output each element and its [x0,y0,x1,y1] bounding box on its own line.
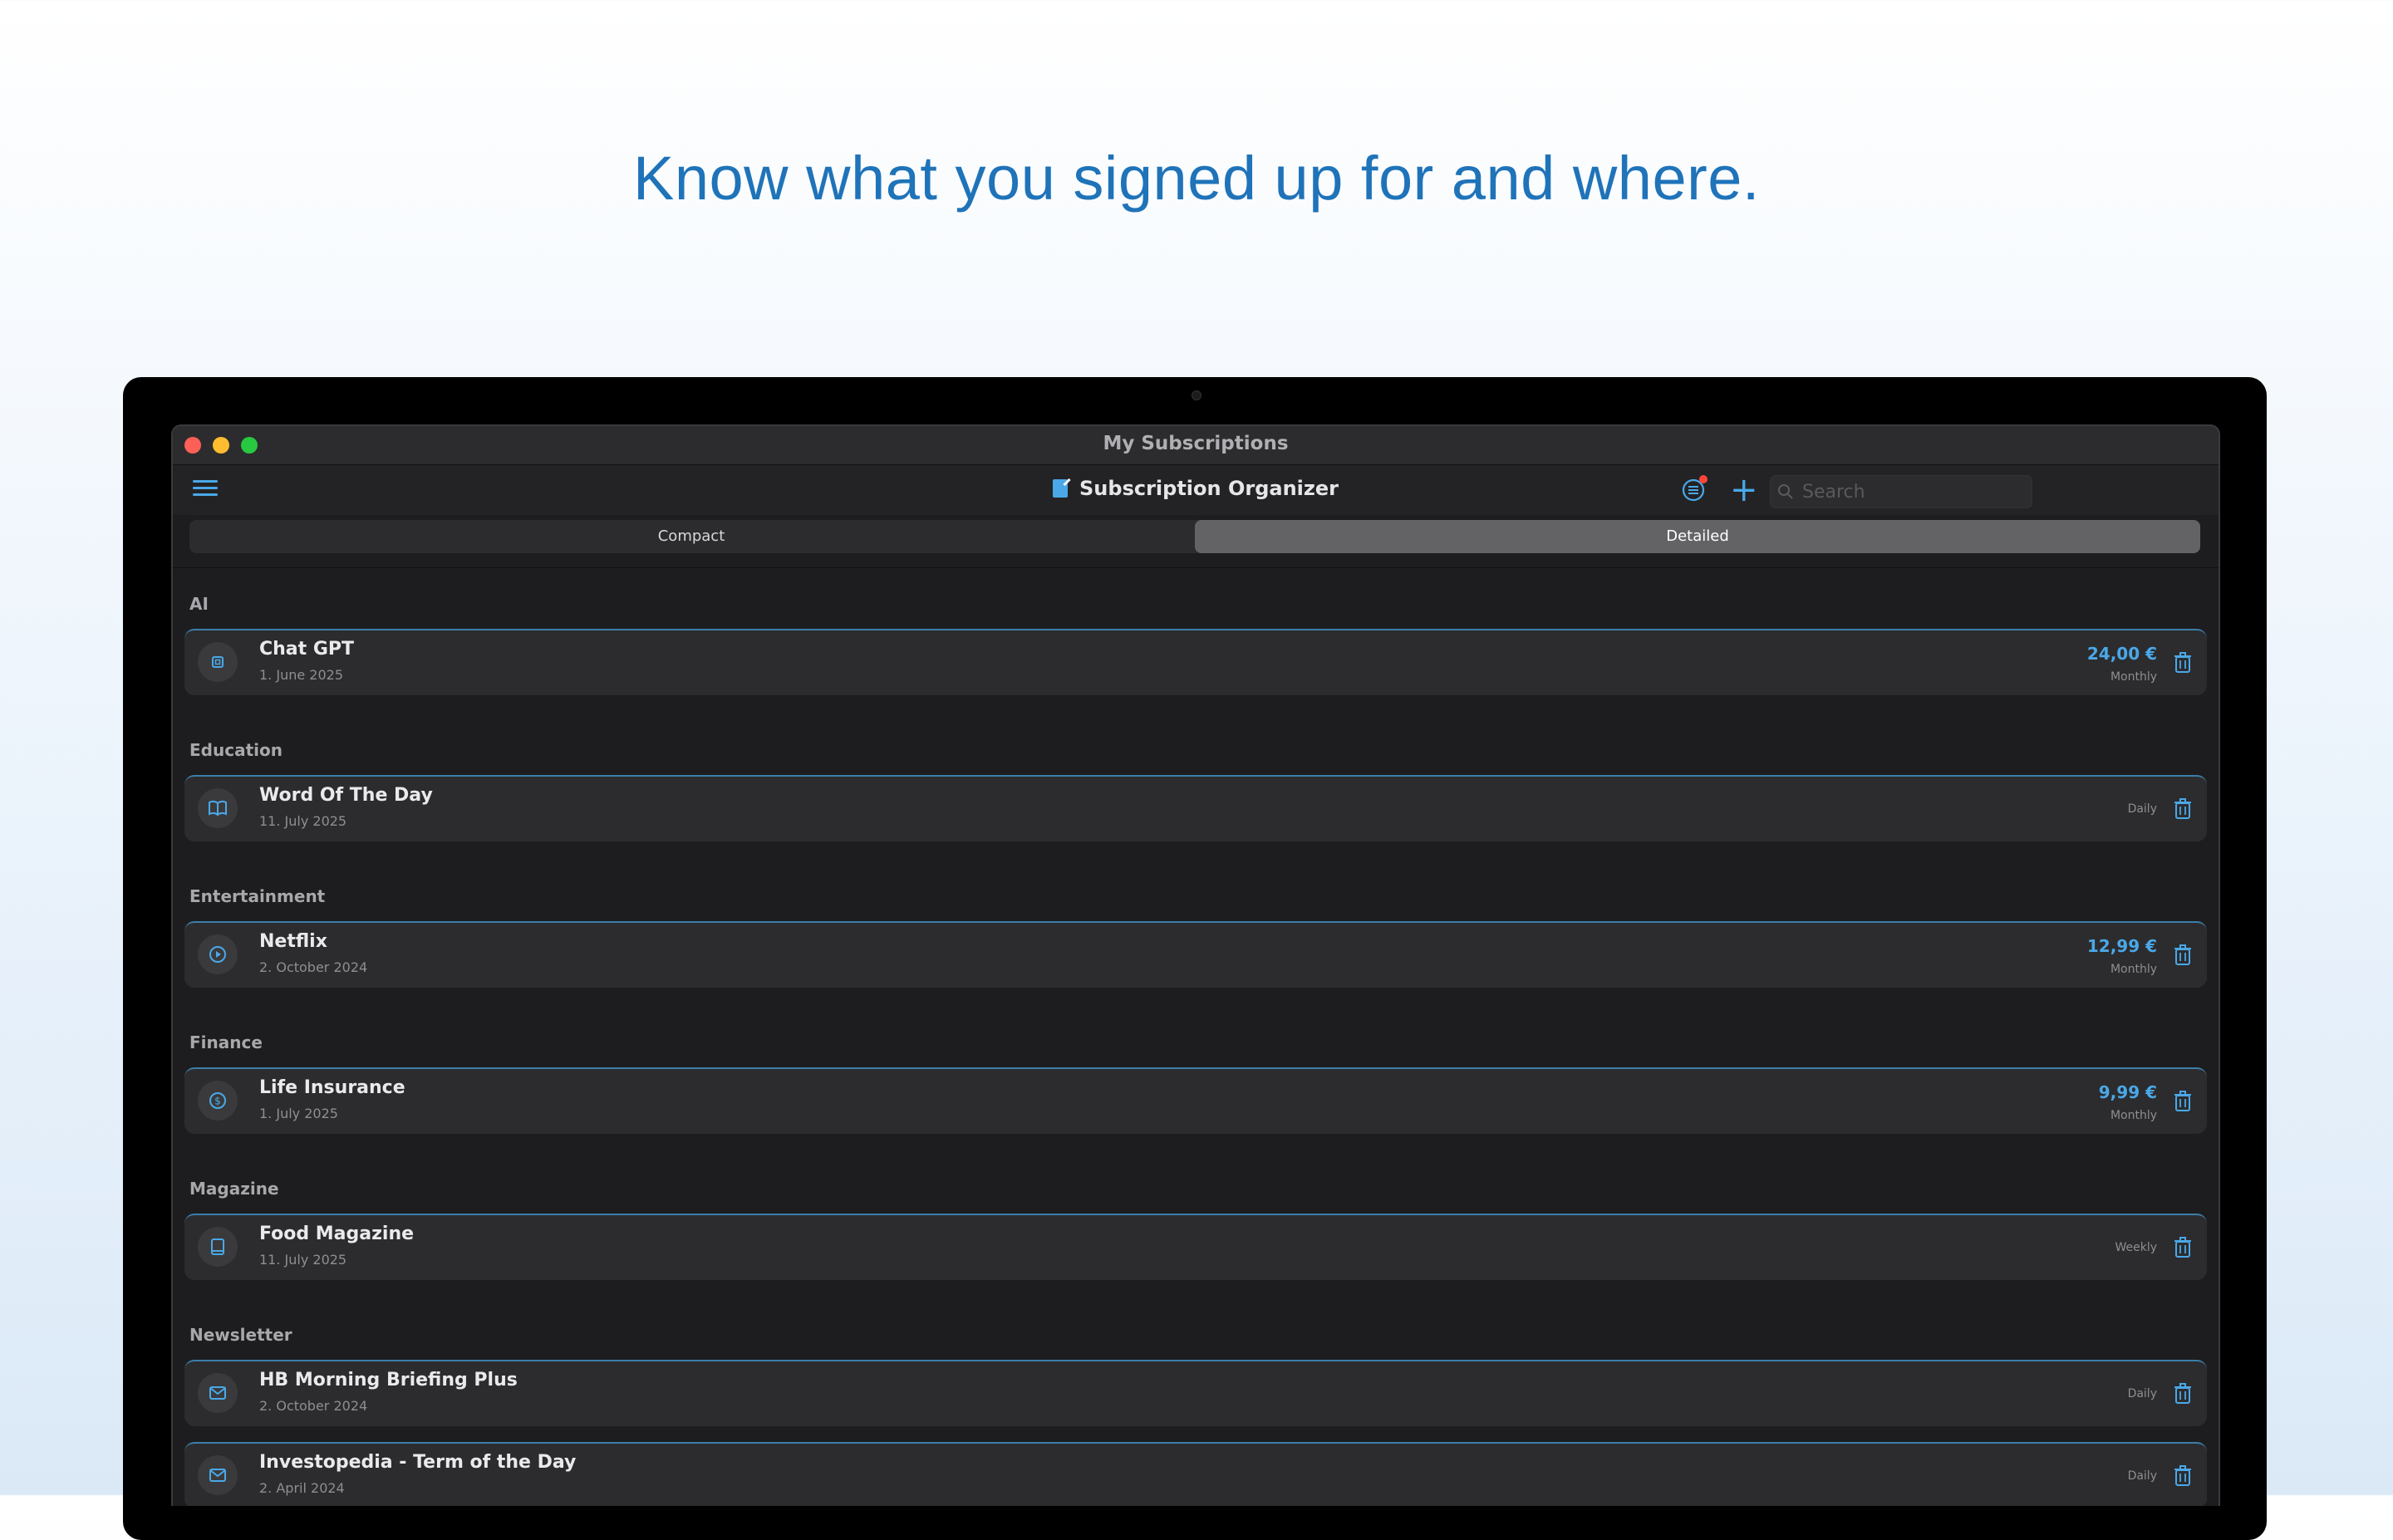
section-header: Magazine [189,1179,279,1199]
detailed-view-button[interactable]: Detailed [1195,520,2200,553]
cpu-icon [198,642,238,682]
subscription-name: Netflix [259,931,327,952]
subscription-row[interactable]: $ Life Insurance 1. July 2025 9,99 € Monthly [184,1067,2207,1134]
compact-view-button[interactable]: Compact [189,520,1193,553]
subscription-price: 12,99 € [2086,936,2157,956]
subscription-list: AI Chat GPT 1. June 2025 24,00 € Monthly Educ… [173,569,2219,1506]
window-title: My Subscriptions [1103,433,1289,454]
book-icon [198,788,238,828]
app-title-label: Subscription Organizer [1079,477,1339,500]
subscription-frequency: Monthly [2110,963,2157,976]
envelope-icon [198,1455,238,1495]
subscription-price: 9,99 € [2098,1082,2157,1102]
camera-icon [1192,390,1201,400]
subscription-price: 24,00 € [2086,644,2157,664]
subscription-date: 2. October 2024 [259,959,368,975]
subscription-date: 1. June 2025 [259,667,343,683]
subscription-name: Investopedia - Term of the Day [259,1452,577,1473]
trash-icon[interactable] [2174,1465,2192,1490]
section-header: Newsletter [189,1325,292,1345]
filter-icon[interactable] [1681,475,1708,503]
subscription-date: 1. July 2025 [259,1106,338,1121]
trash-icon[interactable] [2174,652,2192,677]
section-header: Finance [189,1032,263,1052]
subscription-name: Word Of The Day [259,785,433,806]
section-header: AI [189,594,209,614]
trash-icon[interactable] [2174,1237,2192,1262]
subscription-row[interactable]: Food Magazine 11. July 2025 Weekly [184,1214,2207,1280]
subscription-name: Life Insurance [259,1077,405,1098]
subscription-frequency: Monthly [2110,670,2157,684]
subscription-frequency: Daily [2127,1387,2157,1400]
app-window: My Subscriptions Subscription Organizer … [171,424,2220,1506]
section-header: Entertainment [189,886,326,906]
subscription-row[interactable]: Word Of The Day 11. July 2025 Daily [184,775,2207,841]
dollar-icon: $ [198,1081,238,1121]
title-bar: My Subscriptions [173,426,2219,465]
subscription-date: 11. July 2025 [259,1252,347,1268]
subscription-frequency: Weekly [2115,1241,2157,1254]
subscription-frequency: Daily [2127,1469,2157,1483]
subscription-date: 2. October 2024 [259,1398,368,1414]
search-icon [1778,484,1793,499]
envelope-icon [198,1373,238,1413]
search-input[interactable] [1801,479,2020,504]
trash-icon[interactable] [2174,1383,2192,1408]
magazine-icon [198,1227,238,1267]
subscription-name: HB Morning Briefing Plus [259,1370,518,1390]
search-field[interactable] [1770,475,2032,508]
toolbar: Subscription Organizer + [173,465,2219,515]
trash-icon[interactable] [2174,798,2192,823]
subscription-row[interactable]: Netflix 2. October 2024 12,99 € Monthly [184,921,2207,988]
trash-icon[interactable] [2174,944,2192,969]
subscription-row[interactable]: Investopedia - Term of the Day 2. April 2… [184,1442,2207,1506]
svg-text:$: $ [214,1096,221,1107]
notification-badge [1699,475,1708,483]
subscription-row[interactable]: HB Morning Briefing Plus 2. October 2024 D… [184,1360,2207,1426]
section-header: Education [189,740,283,760]
page-headline: Know what you signed up for and where. [633,144,1760,213]
subscription-date: 2. April 2024 [259,1480,345,1496]
subscription-name: Chat GPT [259,639,355,660]
subscription-frequency: Daily [2127,802,2157,816]
add-subscription-button[interactable]: + [1730,473,1758,507]
subscription-date: 11. July 2025 [259,813,347,829]
subscription-name: Food Magazine [259,1224,415,1244]
divider [173,567,2219,568]
subscription-row[interactable]: Chat GPT 1. June 2025 24,00 € Monthly [184,629,2207,695]
trash-icon[interactable] [2174,1091,2192,1116]
view-mode-segmented-control: Compact Detailed [189,520,2200,553]
play-icon [198,934,238,974]
subscription-frequency: Monthly [2110,1109,2157,1122]
document-edit-icon [1053,479,1069,498]
